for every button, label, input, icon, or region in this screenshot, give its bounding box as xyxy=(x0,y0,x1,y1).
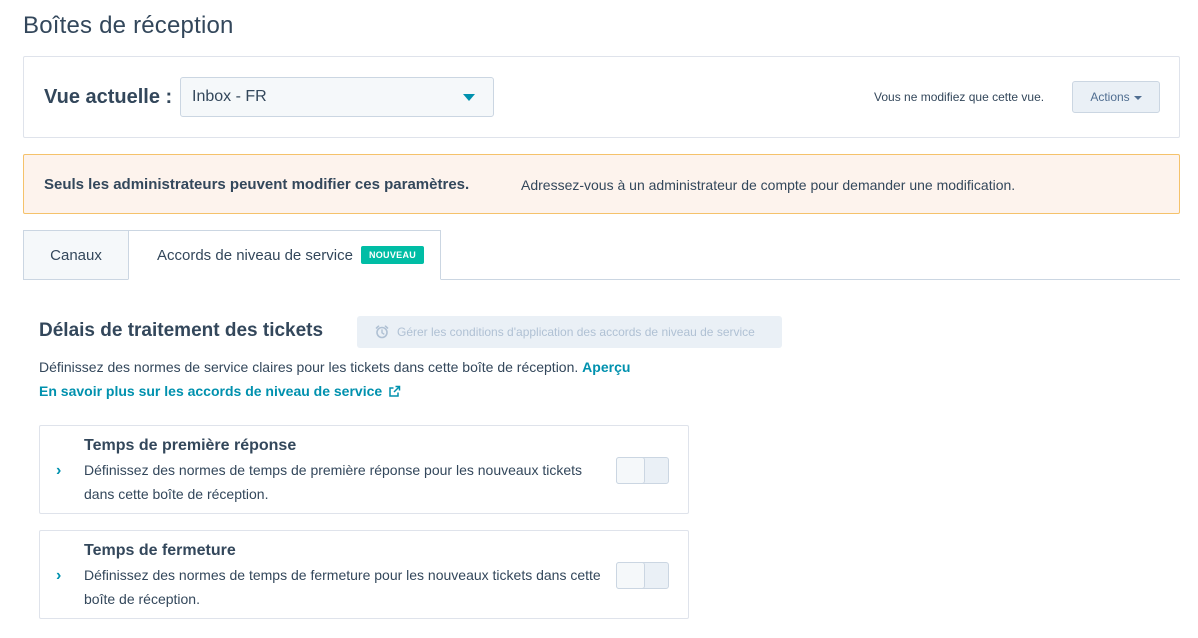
first-response-time-toggle[interactable] xyxy=(616,457,669,484)
actions-button-label: Actions xyxy=(1090,90,1130,104)
section-description-text: Définissez des normes de service claires… xyxy=(39,359,579,375)
card-description: Définissez des normes de temps de fermet… xyxy=(84,567,601,607)
alarm-clock-icon xyxy=(375,325,389,339)
caret-down-icon xyxy=(1133,95,1142,100)
manage-sla-conditions-button[interactable]: Gérer les conditions d'application des a… xyxy=(357,316,782,348)
chevron-right-icon[interactable]: › xyxy=(56,567,61,585)
page-title: Boîtes de réception xyxy=(23,12,234,39)
view-select[interactable]: Inbox - FR xyxy=(180,77,494,117)
section-title: Délais de traitement des tickets xyxy=(39,320,324,341)
tab-label: Accords de niveau de service xyxy=(157,246,353,264)
view-note: Vous ne modifiez que cette vue. xyxy=(874,90,1045,104)
caret-down-icon xyxy=(463,94,475,101)
close-time-card: › Temps de fermeture Définissez des norm… xyxy=(39,530,689,619)
tab-accords-niveau-service[interactable]: Accords de niveau de service NOUVEAU xyxy=(128,230,441,280)
card-title: Temps de fermeture xyxy=(84,542,236,559)
section-description: Définissez des normes de service claires… xyxy=(39,359,630,375)
learn-more-link[interactable]: En savoir plus sur les accords de niveau… xyxy=(39,383,401,399)
new-badge: NOUVEAU xyxy=(360,246,425,264)
view-select-value: Inbox - FR xyxy=(192,88,267,105)
card-description: Définissez des normes de temps de premiè… xyxy=(84,462,583,502)
external-link-icon xyxy=(389,385,401,397)
alert-body: Adressez-vous à un administrateur de com… xyxy=(521,177,1016,193)
current-view-card: Vue actuelle : Inbox - FR Vous ne modifi… xyxy=(23,56,1180,138)
learn-more-label: En savoir plus sur les accords de niveau… xyxy=(39,383,383,399)
first-response-time-card: › Temps de première réponse Définissez d… xyxy=(39,425,689,514)
tab-canaux[interactable]: Canaux xyxy=(23,230,129,280)
alert-title: Seuls les administrateurs peuvent modifi… xyxy=(44,176,470,193)
manage-sla-conditions-label: Gérer les conditions d'application des a… xyxy=(397,325,755,339)
toggle-knob xyxy=(616,562,645,589)
toggle-knob xyxy=(616,457,645,484)
preview-link[interactable]: Aperçu xyxy=(582,359,630,375)
current-view-label: Vue actuelle : xyxy=(44,86,173,108)
actions-button[interactable]: Actions xyxy=(1072,81,1160,113)
close-time-toggle[interactable] xyxy=(616,562,669,589)
card-title: Temps de première réponse xyxy=(84,437,297,454)
tab-label: Canaux xyxy=(50,247,102,264)
chevron-right-icon[interactable]: › xyxy=(56,462,61,480)
admin-only-alert: Seuls les administrateurs peuvent modifi… xyxy=(23,154,1180,214)
